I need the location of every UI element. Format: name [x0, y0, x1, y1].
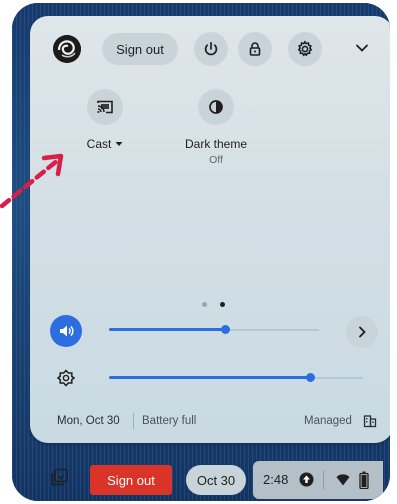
slider-thumb[interactable]: [220, 325, 230, 334]
dark-theme-button[interactable]: [198, 89, 234, 125]
lock-icon: [249, 42, 261, 56]
brightness-slider[interactable]: [109, 369, 363, 387]
dark-theme-icon: [209, 100, 223, 114]
shelf-date[interactable]: Oct 30: [186, 465, 246, 495]
shelf-sign-out-button[interactable]: Sign out: [90, 465, 172, 495]
brightness-icon: [57, 369, 75, 387]
quick-settings-panel: Sign out Cast Dark theme Off Mon, Oct 30…: [30, 16, 390, 443]
shelf: Sign out Oct 30 2:48: [12, 452, 390, 501]
tile-label: Cast: [55, 137, 155, 151]
dark-theme-label: Dark theme: [184, 137, 248, 151]
screenshot-capture-icon: [51, 468, 68, 486]
footer-divider: [133, 413, 134, 429]
date-label[interactable]: Mon, Oct 30: [57, 415, 120, 427]
sign-out-button[interactable]: Sign out: [102, 33, 178, 65]
dropdown-arrow-icon[interactable]: [115, 141, 123, 147]
annotation-arrow: [0, 153, 64, 209]
avatar-image: [53, 35, 81, 63]
quick-settings-footer: Mon, Oct 30 Battery full Managed: [30, 406, 390, 438]
cast-icon: [97, 100, 113, 114]
page-indicator: [202, 302, 232, 308]
tile-label: Dark theme: [166, 137, 266, 151]
power-button[interactable]: [194, 32, 228, 66]
chevron-right-icon: [359, 326, 366, 338]
avatar[interactable]: [53, 35, 81, 63]
tile-dark-theme: Dark theme Off: [166, 89, 266, 166]
status-area-button[interactable]: 2:48: [253, 461, 383, 499]
collapse-button[interactable]: [350, 36, 374, 60]
clock-time: 2:48: [263, 472, 289, 487]
chevron-down-icon: [356, 44, 368, 52]
gear-icon: [297, 40, 313, 57]
volume-icon: [60, 325, 74, 337]
update-icon: [299, 472, 314, 487]
building-icon[interactable]: [363, 414, 377, 428]
managed-label[interactable]: Managed: [304, 415, 352, 427]
volume-slider[interactable]: [109, 321, 319, 339]
status-divider: [323, 471, 324, 489]
screen-capture-button[interactable]: [45, 462, 75, 492]
volume-button[interactable]: [50, 315, 82, 347]
cast-label: Cast: [86, 137, 112, 151]
wifi-icon: [336, 474, 350, 486]
page-dot-active[interactable]: [220, 302, 225, 307]
battery-status: Battery full: [142, 415, 197, 427]
settings-button[interactable]: [288, 32, 322, 66]
dark-theme-status: Off: [209, 154, 223, 166]
audio-settings-button[interactable]: [346, 316, 378, 348]
slider-fill: [109, 328, 225, 331]
slider-fill: [109, 376, 310, 379]
cast-button[interactable]: [87, 89, 123, 125]
brightness-button: [54, 366, 78, 390]
quick-settings-header: Sign out: [30, 16, 390, 80]
power-icon: [204, 41, 218, 56]
battery-icon: [359, 471, 369, 489]
page-dot[interactable]: [202, 302, 207, 307]
tile-cast: Cast: [55, 89, 155, 151]
lock-button[interactable]: [238, 32, 272, 66]
device-screen: Sign out Cast Dark theme Off Mon, Oct 30…: [12, 3, 390, 501]
slider-thumb[interactable]: [305, 373, 315, 382]
